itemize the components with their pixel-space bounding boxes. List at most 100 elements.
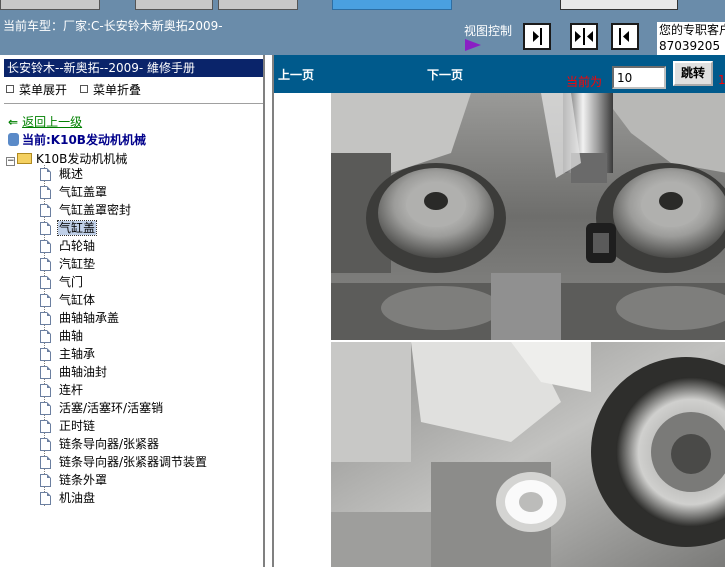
document-icon [40, 420, 51, 433]
tree-item[interactable]: 曲轴轴承盖 [40, 309, 120, 327]
tree-item-label: 连杆 [59, 383, 84, 397]
tree-item[interactable]: 活塞/活塞环/活塞销 [40, 399, 164, 417]
tree-item[interactable]: 气缸体 [40, 291, 96, 309]
document-icon [40, 258, 51, 271]
tree-item[interactable]: 气门 [40, 273, 84, 291]
current-section-label: 当前:K10B发动机机械 [22, 133, 146, 147]
page-nav-bar: 上一页 下一页 当前为 跳转 10 [274, 55, 725, 93]
tree-item-label: 曲轴轴承盖 [59, 311, 120, 325]
tree-item[interactable]: 概述 [40, 165, 84, 183]
engine-photo-valve-tappets [331, 93, 725, 340]
sidebar-tree: 长安铃木--新奥拓--2009- 維修手册 菜单展开 菜单折叠 ⇐ 返回上一级 当… [0, 55, 265, 567]
collapse-menu-button[interactable]: 菜单折叠 [80, 81, 141, 98]
next-page-link[interactable]: 下一页 [427, 66, 463, 83]
engine-photo-block-bore [331, 342, 725, 567]
current-section: 当前:K10B发动机机械 [8, 131, 146, 148]
document-icon [40, 384, 51, 397]
tree-item-label: 概述 [59, 167, 84, 181]
collapse-menu-label: 菜单折叠 [93, 83, 142, 97]
tree-item-label: 气缸盖 [56, 220, 98, 236]
tree-item[interactable]: 凸轮轴 [40, 237, 96, 255]
tree-item-label: 凸轮轴 [59, 239, 96, 253]
tree-item[interactable]: 气缸盖罩 [40, 183, 108, 201]
split-view-button[interactable] [570, 23, 598, 50]
tree-item[interactable]: 机油盘 [40, 489, 96, 507]
expand-menu-button[interactable]: 菜单展开 [6, 81, 67, 98]
tree-item-label: 曲轴 [59, 329, 84, 343]
tree-item-label: 活塞/活塞环/活塞销 [59, 401, 164, 415]
document-icon [40, 294, 51, 307]
expand-right-button[interactable] [523, 23, 551, 50]
expand-right-icon [533, 28, 542, 45]
tree-item-label: 气缸盖罩密封 [59, 203, 132, 217]
toolbar-button-5[interactable] [560, 0, 678, 10]
document-icon [40, 312, 51, 325]
tree-item[interactable]: 曲轴 [40, 327, 84, 345]
tree-item[interactable]: 连杆 [40, 381, 84, 399]
tree-item[interactable]: 气缸盖罩密封 [40, 201, 132, 219]
toolbar-button-3[interactable] [218, 0, 298, 10]
tree-item[interactable]: 链条导向器/张紧器 [40, 435, 160, 453]
document-icon [40, 438, 51, 451]
tree-item[interactable]: 主轴承 [40, 345, 96, 363]
tree-item-label: 链条导向器/张紧器调节装置 [59, 455, 208, 469]
toolbar-button-4[interactable] [332, 0, 452, 10]
toolbar-button-1[interactable] [0, 0, 100, 10]
current-page-label: 当前为 [566, 75, 603, 89]
tree-item[interactable]: 链条导向器/张紧器调节装置 [40, 453, 208, 471]
document-icon [40, 474, 51, 487]
checkbox-square-icon [80, 85, 88, 93]
document-icon [40, 402, 51, 415]
checkbox-square-icon [6, 85, 14, 93]
page-number-input[interactable] [612, 66, 666, 89]
document-icon [40, 204, 51, 217]
folder-open-icon [17, 153, 32, 164]
tree-item-label: 链条外罩 [59, 473, 108, 487]
current-section-icon [8, 133, 19, 146]
tree-item[interactable]: 链条外罩 [40, 471, 108, 489]
toolbar-button-2[interactable] [135, 0, 213, 10]
page-total-label: 10 [718, 73, 725, 87]
tree-item[interactable]: 汽缸垫 [40, 255, 96, 273]
document-icon [40, 366, 51, 379]
collapse-node-icon[interactable]: − [6, 157, 15, 166]
tree-item[interactable]: 曲轴油封 [40, 363, 108, 381]
tree-item[interactable]: 气缸盖 [40, 219, 98, 237]
tree-item-label: 机油盘 [59, 491, 96, 505]
collapse-left-icon [619, 28, 629, 45]
tree-item-label: 链条导向器/张紧器 [59, 437, 160, 451]
tree-item-label: 主轴承 [59, 347, 96, 361]
document-icon [40, 348, 51, 361]
tree-root-label: K10B发动机机械 [36, 152, 128, 166]
back-link[interactable]: ⇐ 返回上一级 [8, 113, 82, 130]
prev-page-link[interactable]: 上一页 [278, 66, 314, 83]
tree-item-label: 气门 [59, 275, 84, 289]
document-icon [40, 168, 51, 181]
contact-line-2: 87039205 [659, 39, 721, 53]
tree-item-label: 气缸盖罩 [59, 185, 108, 199]
current-vehicle-label: 当前车型：厂家:C-长安铃木新奥拓2009- [3, 19, 223, 33]
back-arrow-icon: ⇐ [8, 115, 19, 129]
divider [4, 103, 263, 104]
expand-menu-label: 菜单展开 [19, 83, 68, 97]
top-toolbar: 当前车型：厂家:C-长安铃木新奥拓2009- 视图控制 您的专职客户 87039… [0, 0, 725, 55]
document-icon [40, 186, 51, 199]
tree-item-label: 气缸体 [59, 293, 96, 307]
contact-line-1: 您的专职客户 [659, 23, 725, 37]
split-view-icon [575, 28, 593, 45]
tree-item-label: 正时链 [59, 419, 96, 433]
jump-button[interactable]: 跳转 [673, 61, 713, 86]
tree-item[interactable]: 正时链 [40, 417, 96, 435]
back-link-label: 返回上一级 [22, 115, 83, 129]
document-icon [40, 276, 51, 289]
document-icon [40, 240, 51, 253]
contact-info: 您的专职客户 87039205 [657, 22, 725, 55]
collapse-left-button[interactable] [611, 23, 639, 50]
manual-title: 长安铃木--新奥拓--2009- 維修手册 [4, 59, 263, 77]
content-pane: 上一页 下一页 当前为 跳转 10 [272, 55, 725, 567]
document-icon [40, 222, 51, 235]
document-icon [40, 492, 51, 505]
tree-item-label: 汽缸垫 [59, 257, 96, 271]
document-icon [40, 330, 51, 343]
view-control-label: 视图控制 [464, 24, 513, 38]
